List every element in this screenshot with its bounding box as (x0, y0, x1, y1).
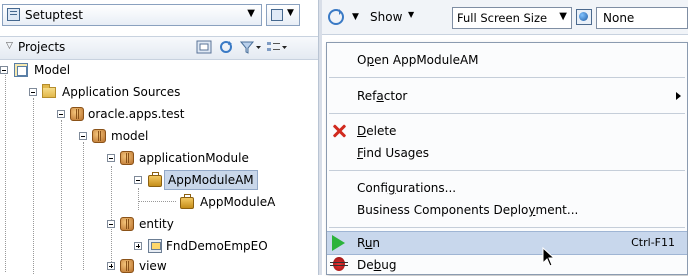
sort-icon[interactable] (266, 40, 288, 54)
device-value: None (603, 11, 635, 25)
context-menu: Open AppModuleAM Refactor Delete Find Us… (326, 42, 688, 275)
application-module-icon (148, 172, 162, 187)
package-icon (120, 151, 134, 165)
mouse-pointer-icon (542, 247, 556, 267)
menu-item-label: Configurations... (357, 181, 457, 195)
refresh-icon[interactable] (328, 9, 344, 25)
package-icon (70, 107, 84, 121)
expand-toggle[interactable] (134, 242, 142, 250)
chevron-down-icon[interactable]: ▼ (408, 10, 414, 19)
tree-label: AppModuleA (200, 195, 276, 209)
collapse-toggle[interactable] (134, 176, 142, 184)
collapse-toggle[interactable] (79, 132, 87, 140)
menu-item-debug[interactable]: Debug (327, 254, 687, 276)
globe-icon[interactable] (576, 9, 592, 25)
tree-label: Model (34, 63, 71, 77)
menu-item-label: Find Usages (357, 146, 430, 160)
tree-label: Application Sources (62, 85, 181, 99)
projects-title: Projects (18, 40, 66, 54)
menu-item-label: Delete (357, 124, 397, 138)
menu-item-shortcut: Ctrl-F11 (631, 236, 675, 249)
expand-toggle[interactable] (107, 262, 115, 270)
folder-icon (42, 84, 56, 98)
chevron-down-icon: ▼ (247, 8, 255, 19)
project-icon (14, 63, 28, 77)
application-selector[interactable]: Setuptest ▼ (2, 4, 262, 26)
tree-label: entity (139, 217, 174, 231)
menu-item-label: Debug (357, 258, 397, 272)
chevron-down-icon: ▼ (287, 8, 294, 18)
screen-size-value: Full Screen Size (457, 11, 548, 25)
chevron-down-icon[interactable]: ▼ (352, 12, 359, 22)
package-icon (92, 129, 106, 143)
application-module-icon (180, 194, 194, 209)
collapse-toggle[interactable] (107, 154, 115, 162)
package-icon (120, 217, 134, 231)
menu-item-label: Run (357, 236, 381, 250)
application-name: Setuptest (25, 8, 83, 22)
filter-icon[interactable] (240, 40, 262, 54)
menu-item-label: Refactor (357, 89, 408, 103)
application-icon (7, 8, 20, 21)
collapse-triangle-icon[interactable]: ▽ (6, 41, 13, 51)
show-menu[interactable]: Show (370, 10, 402, 24)
submenu-arrow-icon (676, 92, 681, 100)
application-navigator: Setuptest ▼ ▼ ▽ Projects Model Applicati… (0, 0, 318, 275)
collapse-toggle[interactable] (107, 220, 115, 228)
menu-item-bc-deployment[interactable]: Business Components Deployment... (327, 199, 687, 221)
tree-label: view (139, 259, 167, 273)
entity-object-icon (148, 239, 162, 253)
menu-item-label: Business Components Deployment... (357, 203, 579, 217)
menu-item-configurations[interactable]: Configurations... (327, 177, 687, 199)
menu-item-open[interactable]: Open AppModuleAM (327, 49, 687, 71)
panel-splitter[interactable] (318, 0, 322, 275)
tree-label: applicationModule (139, 151, 249, 165)
menu-item-run[interactable]: Run Ctrl-F11 (327, 231, 687, 255)
chevron-down-icon: ▼ (559, 11, 567, 22)
application-menu-button[interactable]: ▼ (266, 4, 300, 26)
package-icon (120, 259, 134, 273)
collapse-toggle[interactable] (0, 66, 8, 74)
tree-label: FndDemoEmpEO (166, 239, 268, 253)
application-menu-icon (271, 9, 283, 21)
menu-item-delete[interactable]: Delete (327, 120, 687, 142)
collapse-toggle[interactable] (29, 88, 37, 96)
tree-label: oracle.apps.test (88, 107, 185, 121)
run-icon (332, 235, 345, 251)
menu-item-label: Open AppModuleAM (357, 53, 479, 67)
collapse-toggle[interactable] (57, 110, 65, 118)
projects-header[interactable]: ▽ Projects (0, 36, 318, 60)
working-set-icon[interactable] (196, 40, 212, 54)
menu-item-refactor[interactable]: Refactor (327, 85, 687, 107)
refresh-icon[interactable] (218, 40, 234, 54)
tree-label-selected: AppModuleAM (164, 170, 258, 190)
screen-size-select[interactable]: Full Screen Size ▼ (452, 7, 572, 29)
tree-label: model (111, 129, 149, 143)
editor-toolbar: ▼ Show ▼ Full Screen Size ▼ None (322, 0, 688, 35)
debug-bug-icon (330, 257, 348, 271)
menu-item-find-usages[interactable]: Find Usages (327, 142, 687, 164)
delete-icon (331, 123, 347, 139)
device-select[interactable]: None (596, 7, 688, 29)
